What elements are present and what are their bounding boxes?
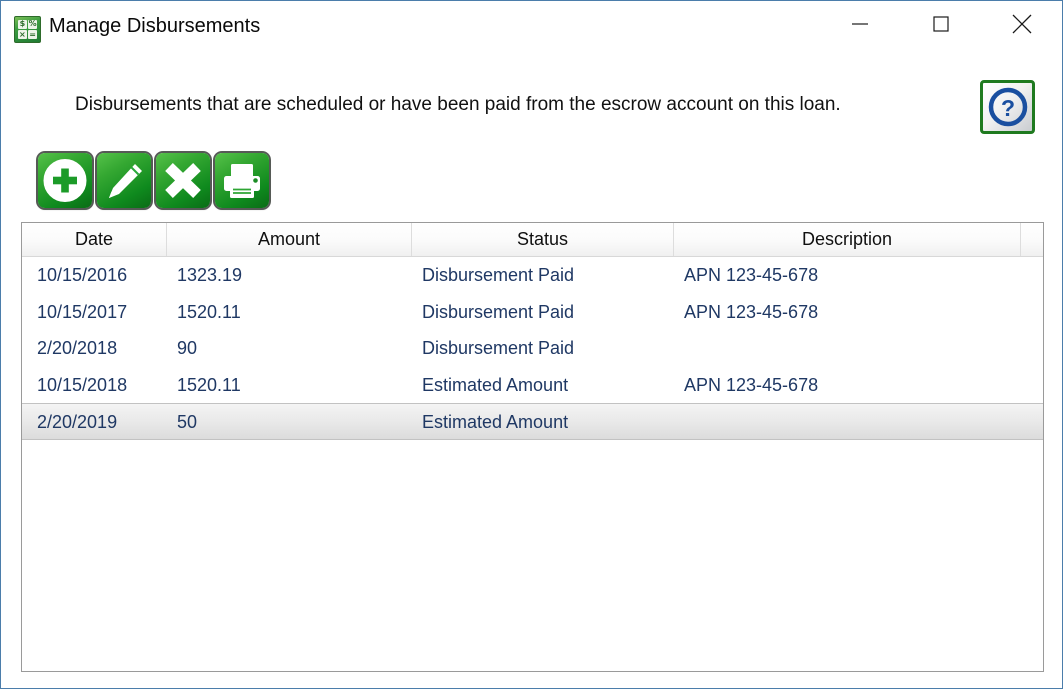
cell-date: 10/15/2018 xyxy=(37,374,128,395)
cell-status: Disbursement Paid xyxy=(422,265,575,285)
cell-amount: 50 xyxy=(177,412,198,432)
print-button[interactable] xyxy=(215,153,269,208)
maximize-icon xyxy=(933,16,949,32)
add-button[interactable] xyxy=(38,153,92,208)
icon-key-percent: % xyxy=(28,19,37,29)
icon-key-equals: = xyxy=(28,29,37,39)
manage-disbursements-window: $ % × = Manage Disbursements Disbursemen… xyxy=(0,0,1063,689)
cell-status: Estimated Amount xyxy=(422,412,569,432)
close-icon xyxy=(1012,14,1032,34)
icon-key-times: × xyxy=(18,29,27,39)
svg-text:?: ? xyxy=(1000,95,1014,121)
cell-description: APN 123-45-678 xyxy=(684,301,819,322)
icon-key-dollar: $ xyxy=(18,19,27,29)
maximize-button[interactable] xyxy=(918,1,964,47)
page-description: Disbursements that are scheduled or have… xyxy=(75,94,841,115)
cell-description: APN 123-45-678 xyxy=(684,374,819,395)
delete-button[interactable] xyxy=(156,153,210,208)
help-question-icon: ? xyxy=(988,87,1027,127)
minimize-button[interactable] xyxy=(837,1,883,47)
cell-status: Estimated Amount xyxy=(422,374,569,395)
table-row[interactable]: 10/15/2018 1520.11 Estimated Amount APN … xyxy=(22,367,1043,404)
x-mark-icon xyxy=(165,163,201,198)
table-row[interactable]: 10/15/2017 1520.11 Disbursement Paid APN… xyxy=(22,294,1043,331)
toolbar xyxy=(38,153,274,208)
help-button[interactable]: ? xyxy=(980,80,1035,134)
column-header-date[interactable]: Date xyxy=(22,223,167,256)
cell-amount: 1520.11 xyxy=(177,374,241,395)
column-header-status[interactable]: Status xyxy=(412,223,674,256)
title-bar: $ % × = Manage Disbursements xyxy=(1,1,1062,55)
cell-description: APN 123-45-678 xyxy=(684,265,819,285)
table-row[interactable]: 2/20/2018 90 Disbursement Paid xyxy=(22,330,1043,367)
edit-button[interactable] xyxy=(97,153,151,208)
cell-amount: 1520.11 xyxy=(177,301,241,322)
pencil-icon xyxy=(109,164,142,198)
cell-status: Disbursement Paid xyxy=(422,338,575,358)
cell-amount: 90 xyxy=(177,338,198,358)
printer-icon xyxy=(224,164,260,198)
table-row[interactable]: 2/20/2019 50 Estimated Amount xyxy=(22,403,1043,440)
column-header-amount[interactable]: Amount xyxy=(167,223,412,256)
cell-date: 2/20/2019 xyxy=(37,412,118,432)
cell-date: 10/15/2017 xyxy=(37,301,128,322)
table-row[interactable]: 10/15/2016 1323.19 Disbursement Paid APN… xyxy=(22,257,1043,294)
cell-amount: 1323.19 xyxy=(177,265,243,285)
window-title: Manage Disbursements xyxy=(49,15,261,37)
minimize-icon xyxy=(852,23,868,25)
close-button[interactable] xyxy=(999,1,1045,47)
plus-circle-icon xyxy=(43,159,87,202)
column-header-description[interactable]: Description xyxy=(674,223,1021,256)
list-header-row: Date Amount Status Description xyxy=(22,223,1043,257)
cell-status: Disbursement Paid xyxy=(422,301,575,322)
cell-date: 10/15/2016 xyxy=(37,265,128,285)
cell-date: 2/20/2018 xyxy=(37,338,118,358)
column-header-filler xyxy=(1021,223,1043,256)
calculator-icon: $ % × = xyxy=(14,16,41,43)
list-body: 10/15/2016 1323.19 Disbursement Paid APN… xyxy=(22,257,1043,671)
disbursements-list[interactable]: Date Amount Status Description 10/15/201… xyxy=(21,222,1044,672)
